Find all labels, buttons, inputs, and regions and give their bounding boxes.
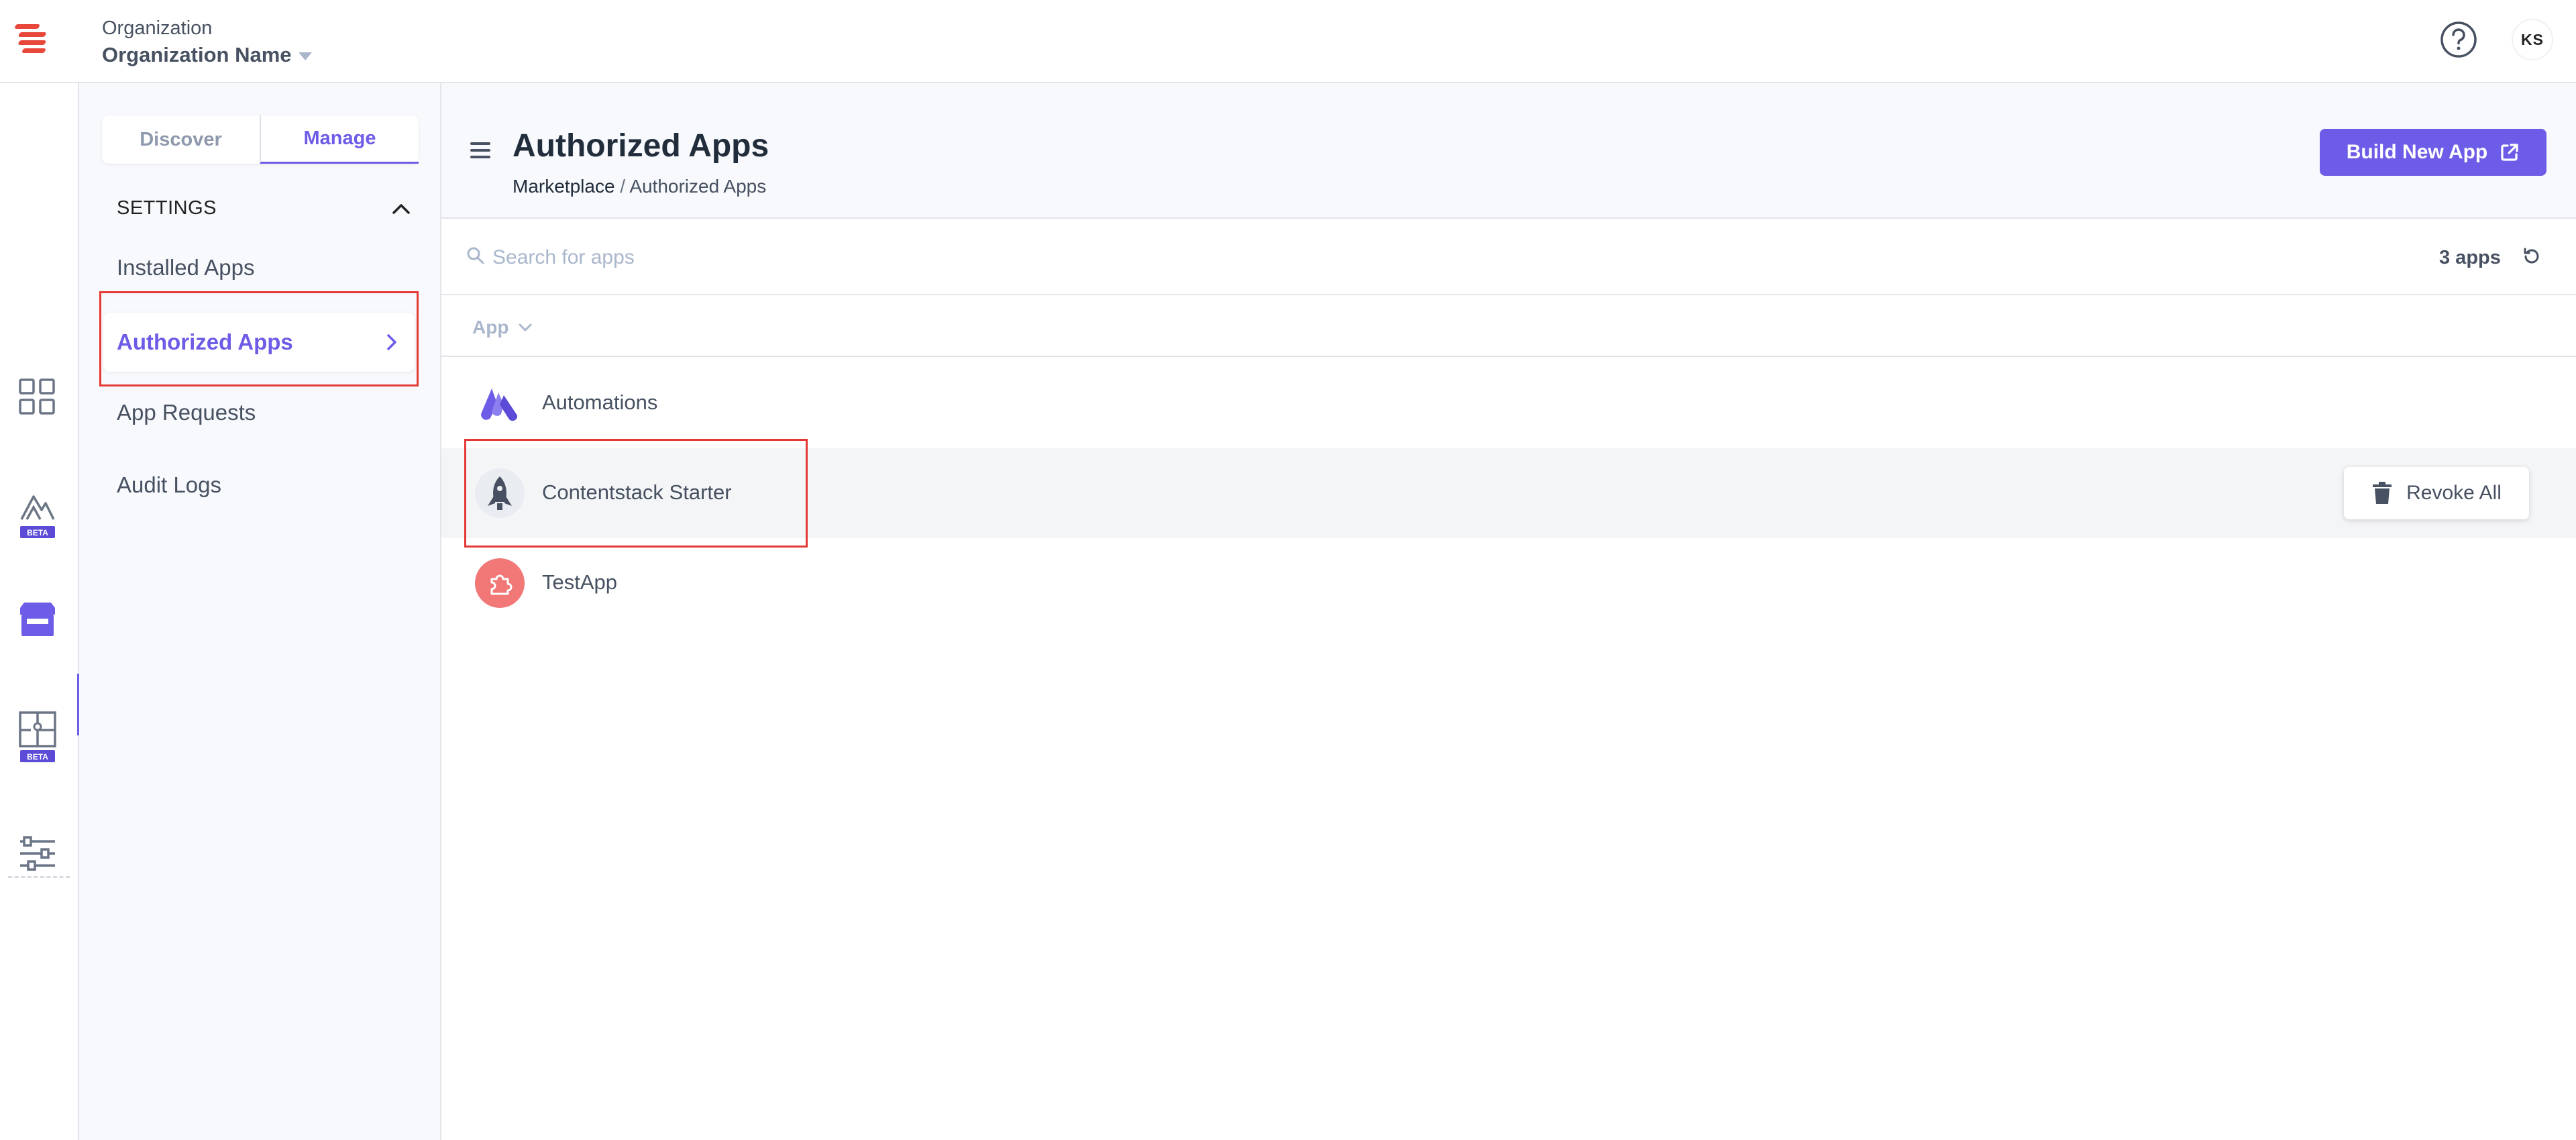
table-row[interactable]: TestApp: [441, 538, 2576, 628]
marketplace-store-icon[interactable]: [17, 600, 58, 640]
tab-discover[interactable]: Discover: [102, 115, 260, 164]
nav-item-app-requests[interactable]: App Requests: [117, 400, 256, 425]
build-new-app-label: Build New App: [2346, 141, 2488, 163]
table-row[interactable]: Automations: [441, 358, 2576, 448]
search-input[interactable]: [492, 236, 1297, 279]
nav-item-installed-apps[interactable]: Installed Apps: [117, 255, 254, 280]
rocket-icon: [475, 468, 525, 518]
breadcrumb-current: Authorized Apps: [629, 176, 767, 197]
page-header: Authorized Apps Marketplace / Authorized…: [441, 83, 2576, 219]
app-name: TestApp: [542, 570, 618, 594]
build-new-app-button[interactable]: Build New App: [2320, 129, 2546, 176]
org-switcher[interactable]: Organization Name: [102, 43, 312, 67]
search-bar-row: 3 apps: [441, 220, 2576, 295]
automations-logo-icon: [475, 378, 525, 428]
tab-manage[interactable]: Manage: [260, 115, 419, 164]
nav-item-authorized-apps[interactable]: Authorized Apps: [103, 313, 415, 372]
org-label: Organization: [102, 17, 213, 39]
table-header: App: [441, 297, 2576, 357]
icon-rail: BETA BETA: [0, 83, 80, 1140]
svg-text:BETA: BETA: [27, 528, 48, 537]
puzzle-beta-icon[interactable]: BETA: [17, 710, 58, 764]
user-avatar[interactable]: KS: [2512, 19, 2553, 60]
main-content: Authorized Apps Marketplace / Authorized…: [441, 83, 2576, 1140]
rail-divider: [8, 876, 70, 878]
puzzle-icon: [475, 558, 525, 608]
contentstack-logo-icon[interactable]: [15, 20, 60, 60]
search-icon: [467, 247, 484, 264]
breadcrumb: Marketplace / Authorized Apps: [513, 176, 766, 197]
chevron-down-icon: [519, 323, 532, 331]
org-name: Organization Name: [102, 43, 292, 66]
hamburger-menu-icon[interactable]: [470, 141, 491, 160]
revoke-all-label: Revoke All: [2406, 482, 2502, 504]
refresh-icon[interactable]: [2521, 246, 2542, 267]
trash-icon: [2373, 482, 2392, 504]
secondary-nav: Discover Manage SETTINGS Installed Apps …: [79, 83, 441, 1140]
chevron-up-icon[interactable]: [390, 198, 412, 219]
caret-down-icon: [298, 52, 312, 60]
column-header-label: App: [472, 317, 509, 338]
app-name: Automations: [542, 391, 658, 414]
svg-text:BETA: BETA: [27, 752, 48, 762]
settings-section-title: SETTINGS: [117, 197, 217, 219]
breadcrumb-separator: /: [620, 176, 626, 197]
automations-beta-icon[interactable]: BETA: [17, 490, 58, 541]
breadcrumb-marketplace[interactable]: Marketplace: [513, 176, 615, 197]
settings-section-header[interactable]: SETTINGS: [117, 197, 412, 219]
top-header: Organization Organization Name KS: [0, 0, 2576, 83]
app-name: Contentstack Starter: [542, 480, 732, 504]
discover-manage-toggle: Discover Manage: [102, 115, 419, 164]
table-row[interactable]: Contentstack Starter Revoke All: [441, 448, 2576, 538]
app-count: 3 apps: [2439, 247, 2501, 268]
column-header-app[interactable]: App: [472, 317, 534, 338]
nav-item-label: Authorized Apps: [117, 329, 293, 354]
nav-item-audit-logs[interactable]: Audit Logs: [117, 472, 221, 498]
chevron-right-icon: [387, 334, 396, 350]
page-title: Authorized Apps: [513, 128, 769, 164]
revoke-all-button[interactable]: Revoke All: [2344, 467, 2529, 519]
help-icon[interactable]: [2439, 20, 2478, 59]
external-link-icon: [2501, 144, 2518, 161]
settings-sliders-icon[interactable]: [17, 833, 58, 874]
dashboard-grid-icon[interactable]: [17, 377, 58, 417]
